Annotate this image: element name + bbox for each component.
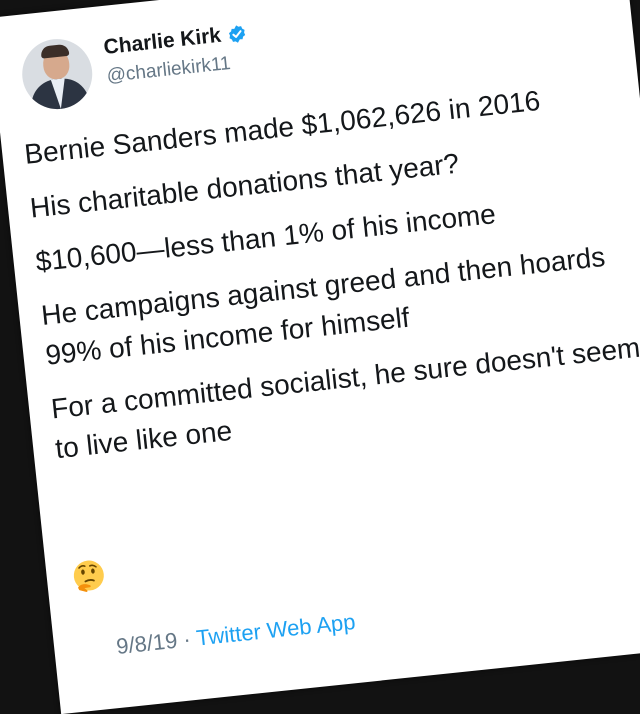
avatar[interactable] [18,35,96,113]
tweet-text: Bernie Sanders made $1,062,626 in 2016 H… [22,72,640,483]
author-handle[interactable]: @charliekirk11 [106,53,232,88]
verified-badge-icon [228,25,246,43]
tweet-date[interactable]: 9/8/19 [115,628,178,659]
tweet-meta: 9/8/19 · Twitter Web App [115,609,357,660]
tweet-source-link[interactable]: Twitter Web App [195,609,357,651]
thinking-face-icon [73,560,104,592]
tweet-card: Charlie Kirk @charliekirk11 Bernie Sande… [0,0,640,714]
meta-separator: · [182,626,192,652]
